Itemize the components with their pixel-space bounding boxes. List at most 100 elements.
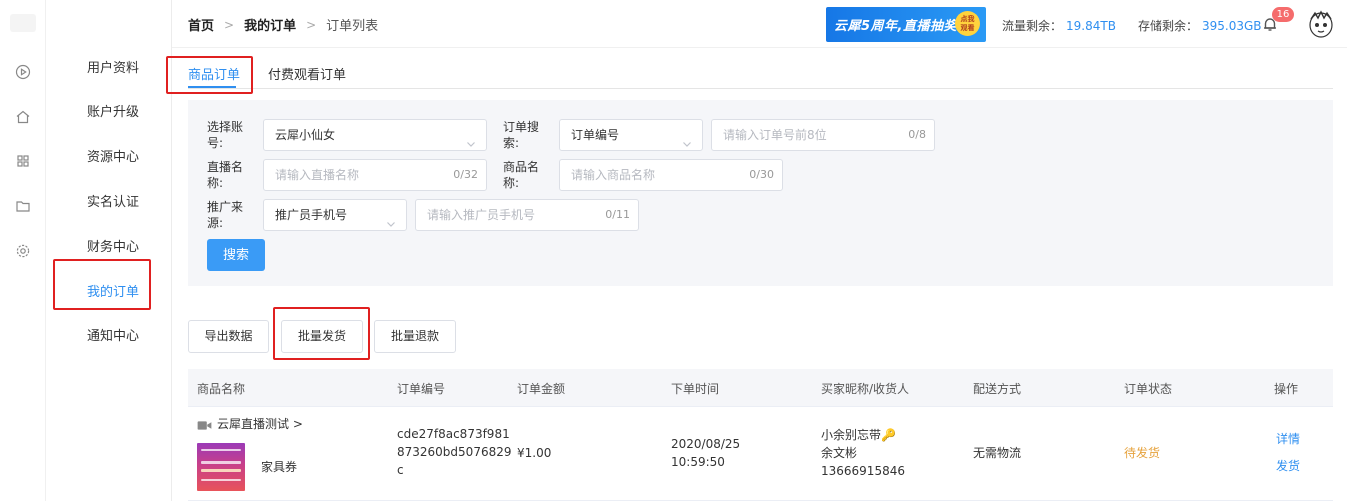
active-tab-indicator [188,86,236,88]
receiver-phone: 13666915846 [821,464,905,478]
search-button[interactable]: 搜索 [207,239,265,271]
column-delivery: 配送方式 [973,382,1022,396]
promoter-phone-input[interactable]: 请输入推广员手机号 0/11 [415,199,639,231]
filter-panel: 选择账号: 云犀小仙女 订单搜索: 订单编号 请输入订单号前8位 0/8 直播名… [188,100,1333,286]
app-root: 用户资料 账户升级 资源中心 实名认证 财务中心 我的订单 通知中心 首页 > … [0,0,1347,501]
chevron-right-icon: > [224,17,235,32]
menu-item-user-profile[interactable]: 用户资料 [46,47,172,91]
status-badge: 待发货 [1124,446,1161,460]
buyer-receiver: 小余别忘带🔑 余文彬 13666915846 [821,426,905,480]
promo-coin-line2: 观看 [960,24,975,32]
product-name-placeholder: 请输入商品名称 [571,168,656,182]
menu-item-notification-center[interactable]: 通知中心 [46,315,172,359]
folder-icon[interactable] [14,197,32,215]
product-name-count: 0/30 [749,168,774,181]
batch-refund-button[interactable]: 批量退款 [374,320,456,353]
tab-paid-viewing-orders[interactable]: 付费观看订单 [268,64,346,83]
side-menu: 用户资料 账户升级 资源中心 实名认证 财务中心 我的订单 通知中心 [46,0,172,501]
order-number: cde27f8ac873f981 873260bd5076829 c [397,425,512,479]
source-type-select[interactable]: 推广员手机号 [263,199,407,231]
detail-link[interactable]: 详情 [1276,430,1300,448]
logo [10,14,36,32]
icon-rail [0,0,46,501]
column-order-status: 订单状态 [1124,382,1173,396]
gear-icon[interactable] [14,242,32,260]
column-product-name: 商品名称 [197,382,246,396]
order-number-placeholder: 请输入订单号前8位 [723,128,827,142]
home-icon[interactable] [14,108,32,126]
buyer-nickname: 小余别忘带🔑 [821,428,896,442]
menu-item-verification[interactable]: 实名认证 [46,181,172,225]
ship-link[interactable]: 发货 [1276,457,1300,475]
chevron-down-icon [682,130,692,147]
avatar[interactable] [1308,10,1334,38]
order-number-input[interactable]: 请输入订单号前8位 0/8 [711,119,935,151]
order-number-line1: cde27f8ac873f981 [397,427,510,441]
promo-coin-icon: 点我 观看 [955,11,980,36]
receiver-name: 余文彬 [821,446,858,460]
live-name-placeholder: 请输入直播名称 [275,168,360,182]
live-name-count: 0/32 [453,168,478,181]
column-order-amount: 订单金额 [517,382,566,396]
breadcrumb-home[interactable]: 首页 [188,15,214,34]
top-header: 首页 > 我的订单 > 订单列表 云犀5周年,直播抽奖 点我 观看 流量剩余： 1… [172,0,1347,48]
source-type-value: 推广员手机号 [275,208,348,222]
video-camera-icon [197,417,213,431]
product-name-input[interactable]: 请输入商品名称 0/30 [559,159,783,191]
live-name-input[interactable]: 请输入直播名称 0/32 [263,159,487,191]
breadcrumb: 首页 > 我的订单 > 订单列表 [188,15,379,35]
order-number-count: 0/8 [908,128,926,141]
promo-banner[interactable]: 云犀5周年,直播抽奖 点我 观看 [826,7,986,42]
column-buyer-receiver: 买家昵称/收货人 [821,382,910,396]
order-date: 2020/08/25 [671,437,741,451]
column-order-number: 订单编号 [397,382,446,396]
batch-ship-button[interactable]: 批量发货 [281,320,363,353]
promoter-phone-placeholder: 请输入推广员手机号 [427,208,536,222]
menu-item-my-orders[interactable]: 我的订单 [46,271,172,315]
order-tabs: 商品订单 付费观看订单 [188,58,1333,89]
storage-value: 395.03GB [1202,19,1262,33]
order-table-header: 商品名称 订单编号 订单金额 下单时间 买家昵称/收货人 配送方式 订单状态 操… [188,369,1333,407]
chevron-down-icon [466,130,476,147]
live-name-label: 直播名称: [207,160,244,190]
product-thumbnail [197,443,245,491]
account-select[interactable]: 云犀小仙女 [263,119,487,151]
breadcrumb-order-list: 订单列表 [326,19,379,34]
product-name-label: 商品名称: [503,160,540,190]
storage-remaining: 存储剩余： 395.03GB [1138,17,1262,34]
tab-product-orders[interactable]: 商品订单 [188,64,240,83]
order-number-line3: c [397,463,404,477]
account-select-value: 云犀小仙女 [275,128,336,142]
source-label: 推广来源: [207,200,244,230]
order-amount: ¥1.00 [517,446,552,460]
notification-badge: 16 [1272,7,1294,22]
chevron-down-icon [386,210,396,227]
promo-coin-line1: 点我 [960,15,975,23]
breadcrumb-my-orders[interactable]: 我的订单 [244,15,296,34]
column-order-time: 下单时间 [671,382,720,396]
order-time: 2020/08/25 10:59:50 [671,435,740,471]
table-row: 云犀直播测试 > 家具券 cde27f8ac873f981 873260bd50… [188,407,1333,501]
promoter-phone-count: 0/11 [605,208,630,221]
live-stream-link[interactable]: 云犀直播测试 > [217,415,303,433]
traffic-remaining: 流量剩余： 19.84TB [1002,17,1116,34]
order-number-line2: 873260bd5076829 [397,445,512,459]
storage-label: 存储剩余： [1138,19,1199,33]
order-search-type-select[interactable]: 订单编号 [559,119,703,151]
export-data-button[interactable]: 导出数据 [188,320,269,353]
grid-icon[interactable] [14,152,32,170]
account-label: 选择账号: [207,120,244,150]
delivery-method: 无需物流 [973,446,1022,460]
order-clock-time: 10:59:50 [671,455,725,469]
menu-item-resource-center[interactable]: 资源中心 [46,136,172,180]
column-actions: 操作 [1274,382,1299,396]
menu-item-account-upgrade[interactable]: 账户升级 [46,91,172,135]
order-search-type-value: 订单编号 [571,128,620,142]
play-circle-icon[interactable] [14,63,32,81]
order-search-label: 订单搜索: [503,120,540,150]
traffic-label: 流量剩余： [1002,19,1063,33]
product-name: 家具券 [261,460,298,474]
menu-item-finance-center[interactable]: 财务中心 [46,226,172,270]
promo-banner-text: 云犀5周年,直播抽奖 [834,19,957,34]
traffic-value: 19.84TB [1066,19,1116,33]
